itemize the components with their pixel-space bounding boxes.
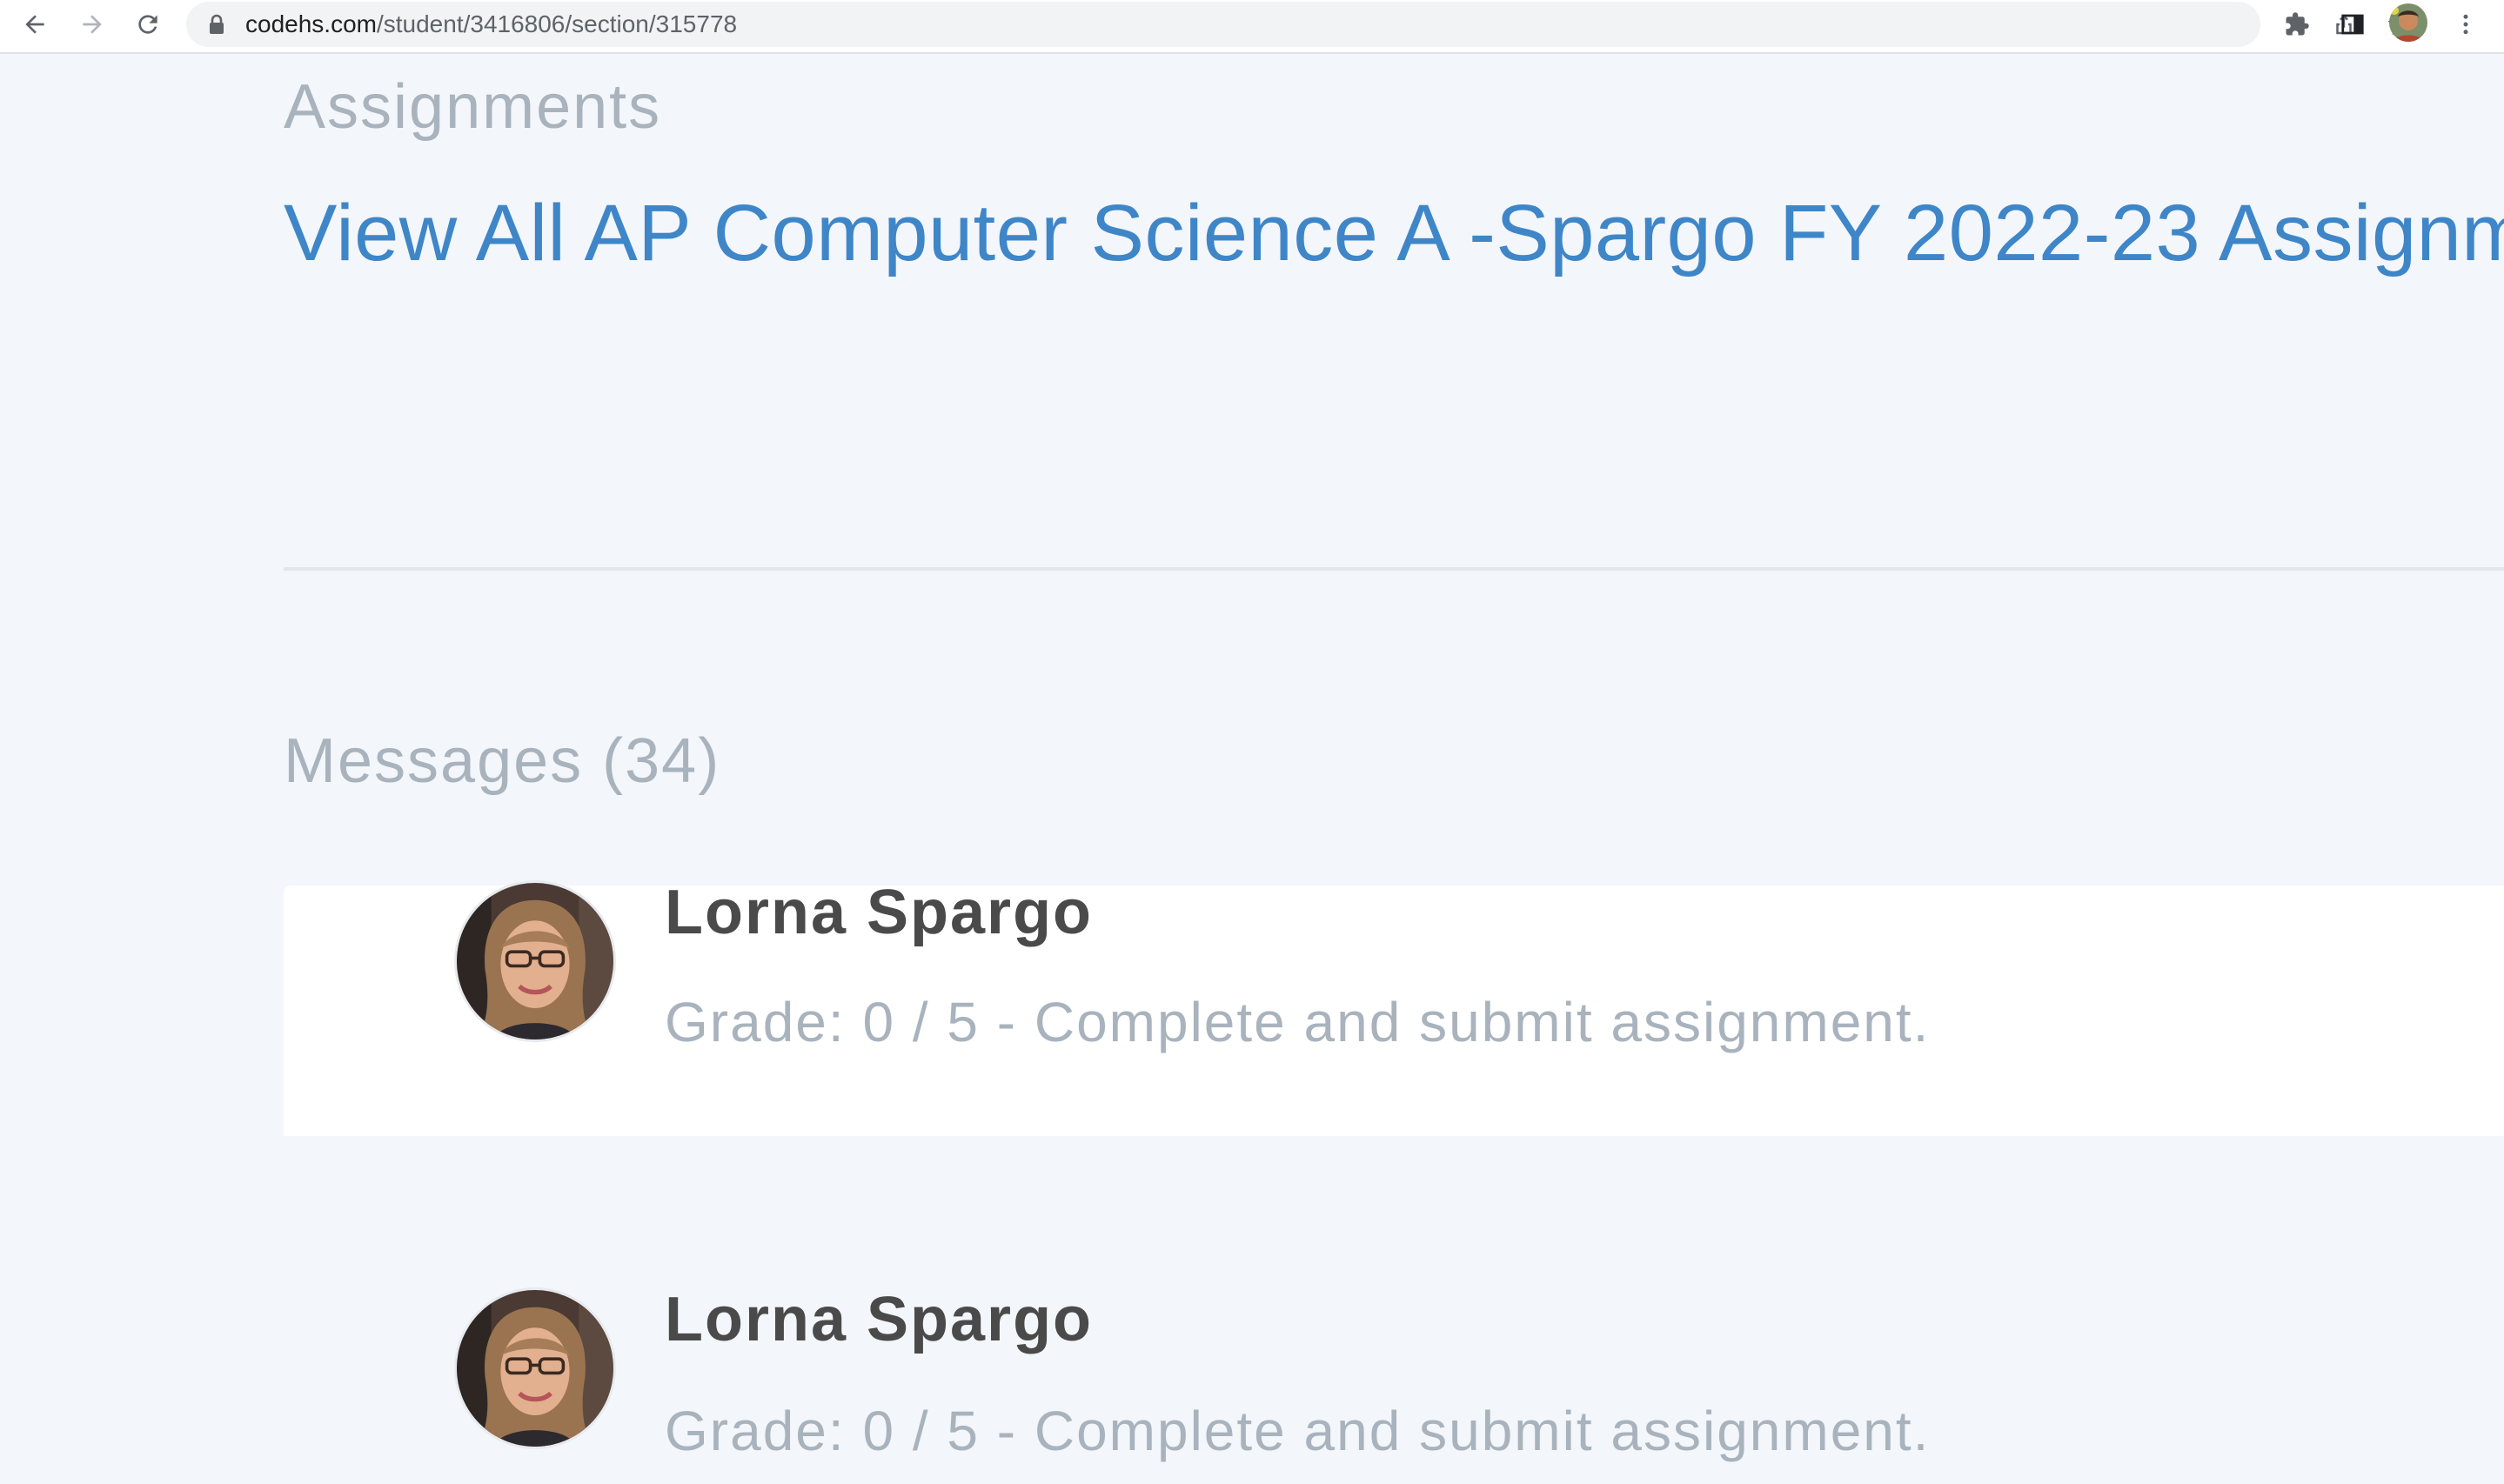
message-item[interactable]: Lorna Spargo Grade: 0 / 5 - Complete and… bbox=[284, 878, 2504, 1136]
forward-button[interactable] bbox=[73, 7, 111, 45]
kebab-menu-icon[interactable] bbox=[2448, 7, 2483, 42]
message-item[interactable]: Lorna Spargo Grade: 0 / 5 - Complete and… bbox=[284, 1136, 2504, 1484]
url-text[interactable]: codehs.com/student/3416806/section/31577… bbox=[245, 10, 737, 38]
section-divider bbox=[284, 567, 2504, 571]
url-host: codehs.com bbox=[245, 10, 377, 37]
view-all-assignments-link[interactable]: View All AP Computer Science A -Spargo F… bbox=[284, 188, 2504, 279]
reload-icon bbox=[134, 10, 162, 43]
reload-button[interactable] bbox=[129, 7, 167, 45]
arrow-left-icon bbox=[21, 10, 49, 43]
address-bar[interactable]: codehs.com/student/3416806/section/31577… bbox=[186, 2, 2412, 47]
sender-avatar bbox=[454, 1287, 616, 1449]
profile-avatar[interactable] bbox=[2389, 3, 2427, 42]
sender-name: Lorna Spargo bbox=[665, 1285, 1094, 1354]
lock-icon[interactable] bbox=[207, 14, 226, 35]
assignments-heading: Assignments bbox=[284, 72, 662, 142]
messages-heading: Messages (34) bbox=[284, 726, 721, 796]
url-path: /student/3416806/section/315778 bbox=[376, 10, 738, 37]
message-text: Grade: 0 / 5 - Complete and submit assig… bbox=[665, 1400, 1931, 1462]
sender-avatar bbox=[454, 880, 616, 1042]
page-content: Assignments View All AP Computer Science… bbox=[284, 56, 2504, 1484]
browser-toolbar: codehs.com/student/3416806/section/31577… bbox=[0, 0, 2504, 54]
sender-name: Lorna Spargo bbox=[665, 878, 1094, 947]
side-panel-icon[interactable] bbox=[2335, 7, 2370, 42]
puzzle-icon[interactable] bbox=[2280, 7, 2314, 42]
message-text: Grade: 0 / 5 - Complete and submit assig… bbox=[665, 991, 1931, 1053]
back-button[interactable] bbox=[16, 7, 54, 45]
arrow-right-icon bbox=[78, 10, 106, 43]
